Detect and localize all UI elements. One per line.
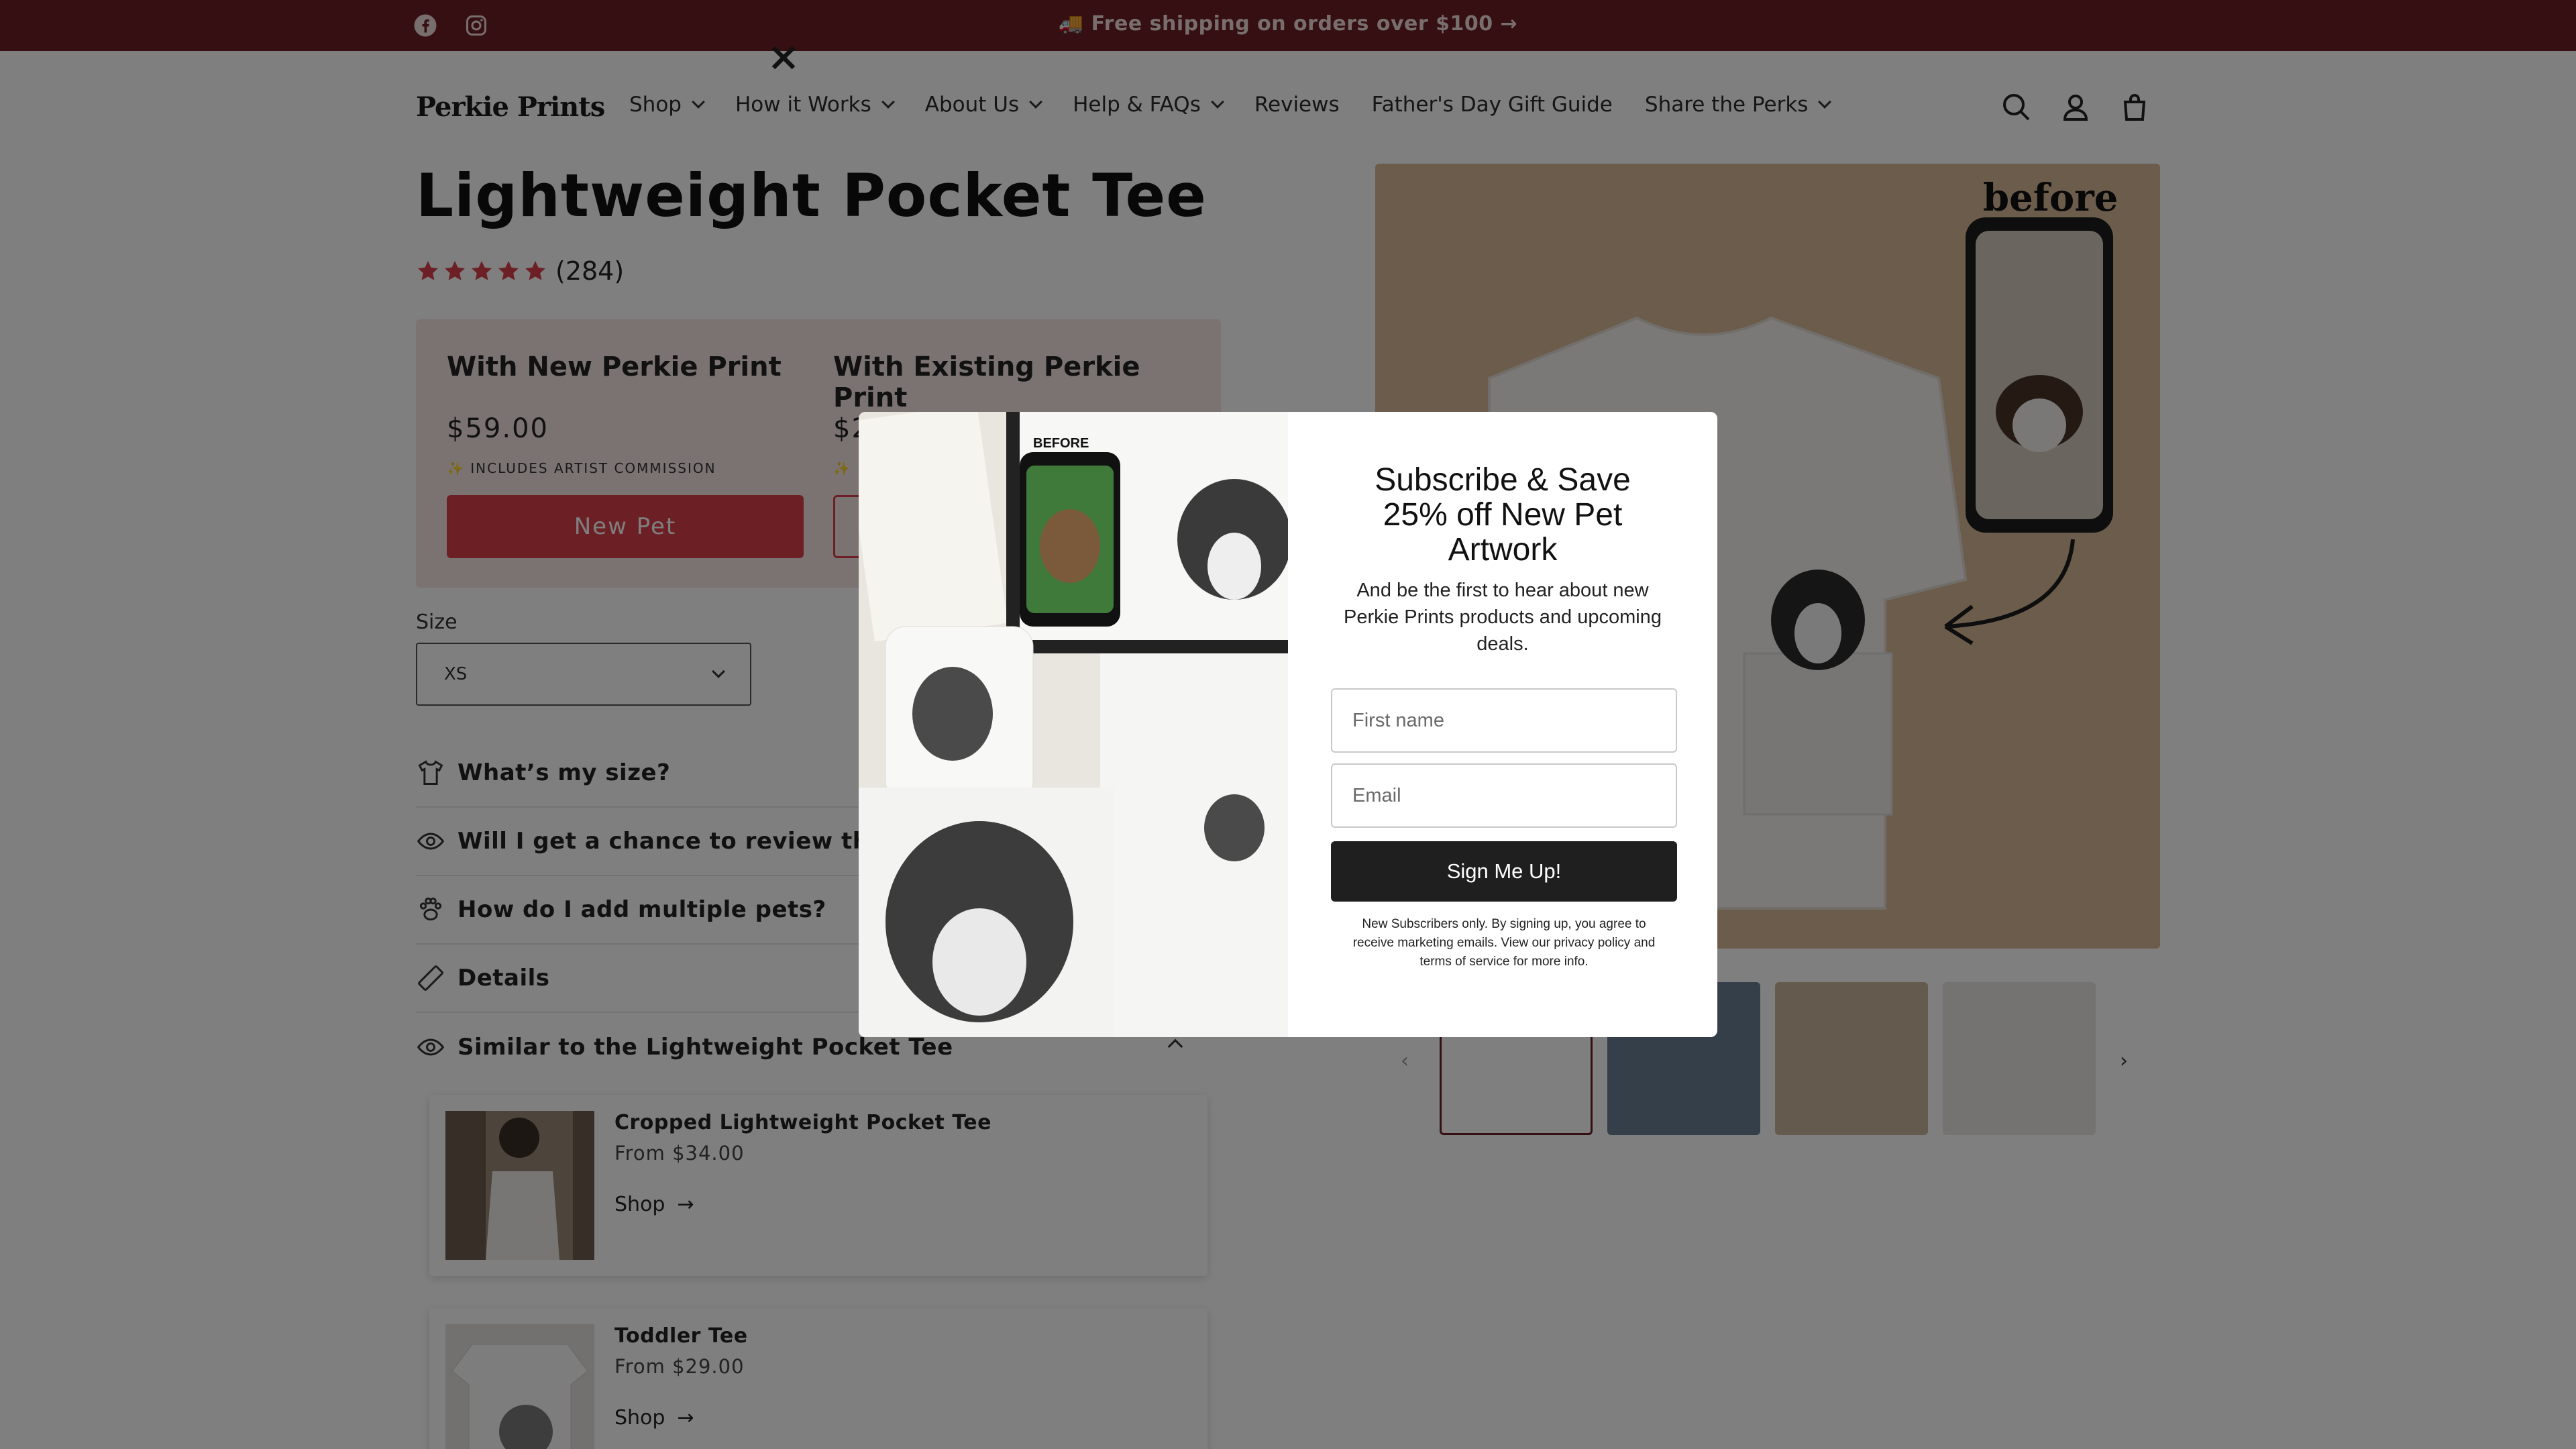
modal-fineprint: New Subscribers only. By signing up, you…	[1352, 917, 1656, 969]
modal-headline: Subscribe & Save 25% off New Pet Artwork	[1375, 462, 1631, 568]
sign-up-button[interactable]: Sign Me Up!	[1331, 841, 1677, 902]
modal-promo-image: BEFORE	[859, 412, 1288, 1037]
close-icon[interactable]	[763, 38, 804, 78]
modal-subtext: And be the first to hear about new Perki…	[1344, 580, 1662, 655]
subscribe-modal: BEFORE Subscribe & Save 25% off New Pet …	[859, 412, 1717, 1037]
modal-image-label: BEFORE	[1033, 436, 1089, 451]
first-name-field[interactable]	[1331, 688, 1677, 753]
subscribe-form: Subscribe & Save 25% off New Pet Artwork…	[1288, 412, 1717, 1037]
email-field[interactable]	[1331, 763, 1677, 828]
